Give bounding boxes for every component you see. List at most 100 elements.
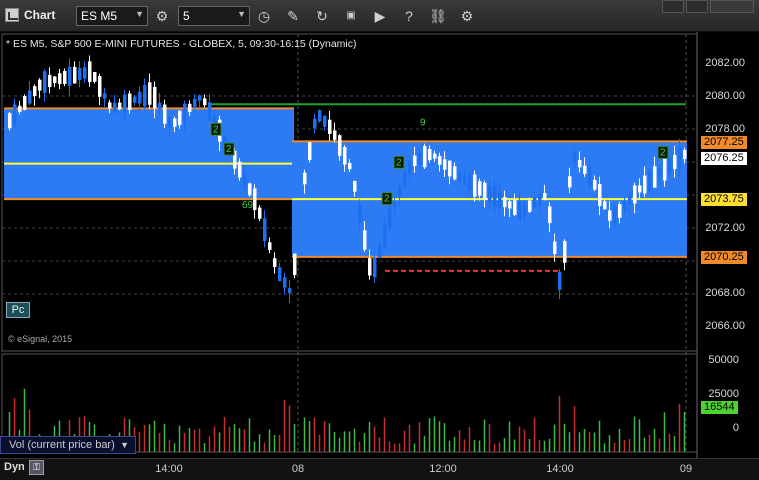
candle-body <box>603 201 607 210</box>
candle-body <box>283 277 287 288</box>
candle-body <box>178 110 182 125</box>
candle-body <box>238 161 242 178</box>
candle-body <box>423 146 427 168</box>
candle-body <box>673 155 677 169</box>
close-button[interactable] <box>710 0 754 13</box>
chevron-down-icon: ▼ <box>237 9 246 19</box>
candle-body <box>323 115 327 127</box>
chevron-down-icon: ▼ <box>120 440 129 450</box>
help-icon[interactable]: ? <box>399 6 419 26</box>
symbol-field[interactable]: ES M5 ▼ <box>76 6 148 26</box>
candle-body <box>28 90 32 104</box>
candle-body <box>613 208 617 225</box>
candle-body <box>543 193 547 200</box>
interval-field[interactable]: 5 ▼ <box>178 6 250 26</box>
candle-body <box>453 166 457 180</box>
candle-body <box>553 241 557 255</box>
candle-body <box>483 182 487 200</box>
volume-study-selector[interactable]: Vol (current price bar) ▼ <box>0 436 136 454</box>
candle-body <box>418 153 422 165</box>
price-tick: 2080.00 <box>705 90 745 102</box>
candle-body <box>133 96 137 103</box>
candle-body <box>143 84 147 107</box>
pencil-icon[interactable]: ✎ <box>283 6 303 26</box>
candle-body <box>528 200 532 212</box>
screenshot-icon[interactable]: ▣ <box>341 6 361 26</box>
link-icon[interactable]: ⛓ <box>428 6 448 26</box>
candle-body <box>568 176 572 188</box>
candle-body <box>388 209 392 228</box>
mid-line-tag: 2073.75 <box>701 193 747 206</box>
volume-current-tag: 16544 <box>701 401 738 414</box>
candle-body <box>633 185 637 204</box>
candle-body <box>73 66 77 84</box>
candle-body <box>398 187 402 196</box>
interval-value: 5 <box>183 9 190 23</box>
title-bar: Chart ES M5 ▼ ⚙ 5 ▼ ◷ ✎ ↻ ▣ ▶ ? ⛓ ⚙ <box>0 0 759 32</box>
candle-body <box>343 147 347 165</box>
minimize-button[interactable] <box>662 0 684 13</box>
refresh-icon[interactable]: ↻ <box>312 6 332 26</box>
candle-body <box>148 82 152 105</box>
chart-description: * ES M5, S&P 500 E-MINI FUTURES - GLOBEX… <box>6 38 357 50</box>
candle-body <box>58 73 62 85</box>
candle-body <box>138 91 142 104</box>
upper-band-tag: 2077.25 <box>701 136 747 149</box>
app-title: Chart <box>24 8 56 22</box>
candle-body <box>43 71 47 93</box>
candle-body <box>273 258 277 268</box>
candle-body <box>48 74 52 88</box>
candle-body <box>378 244 382 258</box>
play-icon[interactable]: ▶ <box>370 6 390 26</box>
pc-badge[interactable]: Pc <box>6 302 30 318</box>
candle-body <box>268 242 272 251</box>
time-tick: 14:00 <box>155 463 183 475</box>
candle-body <box>128 93 132 111</box>
time-axis-bar: Dyn ⚿ 14:00 08 12:00 14:00 09 <box>0 458 759 480</box>
candle-body <box>288 288 292 294</box>
candle-body <box>668 157 672 174</box>
volume-tick: 25000 <box>708 388 739 400</box>
lock-icon[interactable]: ⚿ <box>29 460 44 475</box>
candle-body <box>68 66 72 86</box>
candle-body <box>278 267 282 282</box>
candle-body <box>523 204 527 215</box>
clock-icon[interactable]: ◷ <box>254 6 274 26</box>
last-price-tag: 2076.25 <box>701 152 747 165</box>
candle-body <box>318 110 322 122</box>
candle-body <box>578 159 582 168</box>
maximize-button[interactable] <box>686 0 708 13</box>
chart-area[interactable]: 9 69 2 2 2 2 2 * ES M5, S&P 500 E-MINI FUTURES… <box>0 32 759 460</box>
candle-body <box>383 223 387 246</box>
candle-body <box>463 176 467 184</box>
settings-gear-icon[interactable]: ⚙ <box>152 6 172 26</box>
candle-body <box>198 95 202 101</box>
candle-body <box>93 72 97 82</box>
candle-body <box>563 241 567 263</box>
candle-body <box>13 104 17 126</box>
price-tick: 2082.00 <box>705 57 745 69</box>
candle-body <box>208 102 212 121</box>
candle-body <box>363 230 367 250</box>
dynamic-mode-label[interactable]: Dyn <box>4 461 25 473</box>
gear-icon[interactable]: ⚙ <box>457 6 477 26</box>
candle-body <box>253 188 257 211</box>
candle-body <box>168 116 172 129</box>
candle-body <box>373 257 377 278</box>
candle-body <box>33 86 37 97</box>
price-chart[interactable]: 96922222 <box>0 32 759 460</box>
candle-body <box>243 173 247 186</box>
candle-body <box>413 155 417 166</box>
candle-body <box>468 175 472 191</box>
annotation-label: 2 <box>384 194 390 205</box>
candle-body <box>63 71 67 84</box>
volume-study-label: Vol (current price bar) <box>9 439 115 451</box>
volume-tick: 0 <box>732 422 739 434</box>
candle-body <box>518 200 522 221</box>
candle-body <box>98 76 102 97</box>
candle-body <box>263 218 267 241</box>
candle-body <box>173 118 177 127</box>
candle-body <box>183 103 187 123</box>
copyright-text: © eSignal, 2015 <box>8 334 73 344</box>
annotation-label: 2 <box>660 147 666 158</box>
